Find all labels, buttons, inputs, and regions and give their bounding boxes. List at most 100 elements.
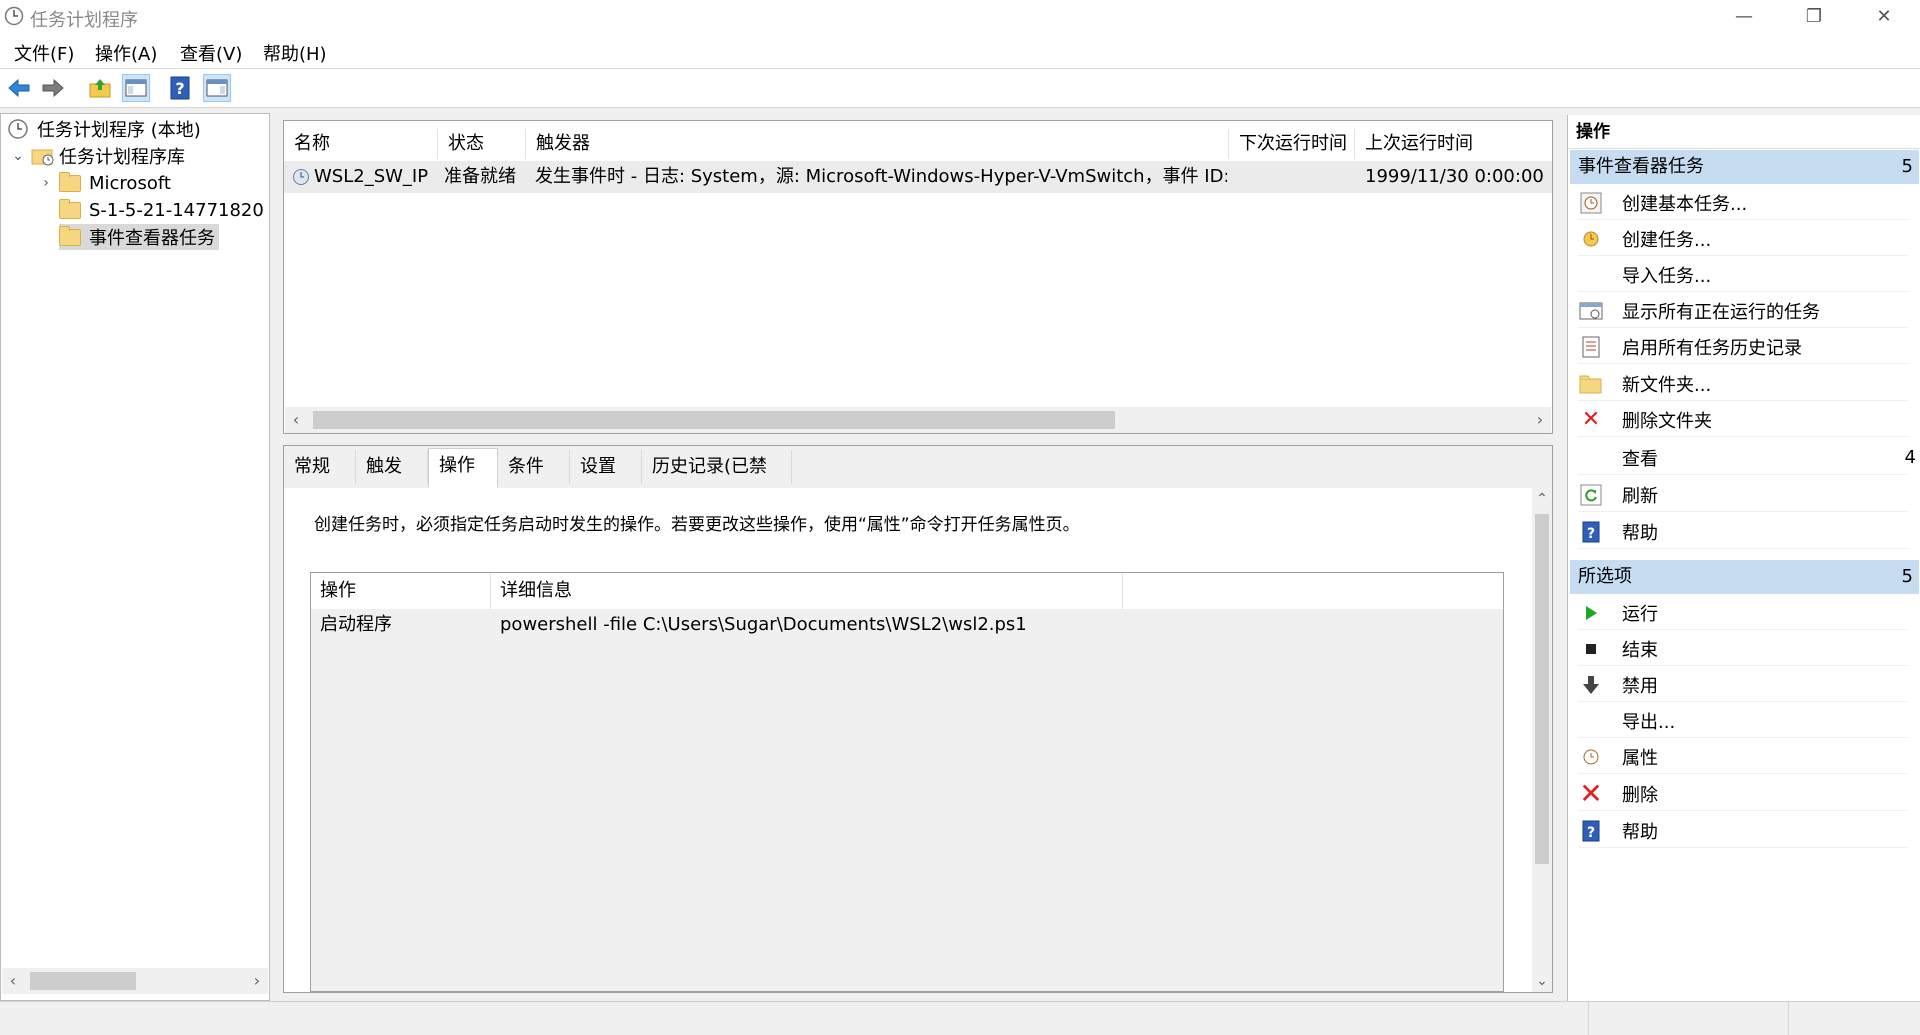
action-label: 运行: [1622, 603, 1658, 625]
tab-triggers[interactable]: 触发器: [356, 450, 428, 511]
scroll-thumb[interactable]: [30, 972, 136, 990]
action-label: 创建基本任务...: [1622, 193, 1748, 215]
new-folder-icon: [1578, 371, 1604, 397]
menu-action[interactable]: 操作(A): [95, 40, 157, 66]
actions-column-action[interactable]: 操作: [311, 573, 491, 609]
tree-item-microsoft[interactable]: › Microsoft: [39, 170, 171, 196]
scroll-right-icon[interactable]: ›: [1529, 407, 1551, 433]
tab-settings[interactable]: 设置: [570, 450, 642, 484]
table-row[interactable]: WSL2_SW_IP 准备就绪 发生事件时 - 日志: System，源: Mi…: [284, 161, 1552, 193]
forward-icon[interactable]: [39, 74, 67, 102]
scroll-left-icon[interactable]: ‹: [2, 968, 24, 994]
show-hide-console-tree-icon[interactable]: [122, 74, 150, 102]
action-help-selected[interactable]: ? 帮助: [1578, 814, 1908, 848]
tree-horizontal-scrollbar[interactable]: ‹ ›: [2, 968, 268, 994]
detail-tabs: 常规 触发器 操作 条件 设置 历史记录(已禁用): [284, 446, 1552, 511]
task-last-run: 1999/11/30 0:00:00: [1365, 166, 1544, 187]
action-label: 查看: [1622, 448, 1658, 470]
console-tree: 任务计划程序 (本地) ⌄ 任务计划程序库 › Microsoft S-1-5-…: [0, 113, 270, 1001]
status-cell: [1788, 1002, 1920, 1035]
menu-file[interactable]: 文件(F): [14, 40, 74, 66]
column-header-status[interactable]: 状态: [438, 129, 526, 159]
action-label: 显示所有正在运行的任务: [1622, 301, 1820, 323]
action-label: 导入任务...: [1622, 265, 1712, 287]
folder-icon: [59, 198, 81, 219]
scroll-up-icon[interactable]: ⌃: [1532, 488, 1552, 510]
action-import-task[interactable]: 导入任务...: [1578, 258, 1908, 292]
action-delete-folder[interactable]: ✕ 删除文件夹: [1578, 403, 1908, 437]
scroll-down-icon[interactable]: ⌄: [1532, 970, 1552, 992]
action-create-basic-task[interactable]: 创建基本任务...: [1578, 186, 1908, 220]
action-show-running-tasks[interactable]: 显示所有正在运行的任务: [1578, 294, 1908, 328]
section-event-viewer-tasks[interactable]: 事件查看器任务 5: [1570, 150, 1919, 184]
folder-icon: [59, 225, 81, 246]
action-end[interactable]: 结束: [1578, 632, 1908, 666]
actions-column-details[interactable]: 详细信息: [491, 573, 1123, 609]
column-header-name[interactable]: 名称: [284, 129, 438, 159]
action-help[interactable]: ? 帮助: [1578, 515, 1908, 549]
action-export[interactable]: 导出...: [1578, 704, 1908, 738]
list-horizontal-scrollbar[interactable]: ‹ ›: [285, 407, 1551, 433]
disable-icon: [1578, 672, 1604, 698]
status-bar: [0, 1001, 1920, 1035]
run-icon: [1578, 600, 1604, 626]
column-header-last-run[interactable]: 上次运行时间: [1355, 129, 1552, 159]
tab-history[interactable]: 历史记录(已禁用): [642, 450, 792, 511]
action-label: 删除: [1622, 784, 1658, 806]
history-icon: [1578, 334, 1604, 360]
column-header-next-run[interactable]: 下次运行时间: [1229, 129, 1355, 159]
close-button[interactable]: ✕: [1849, 0, 1919, 34]
tree-item-sid[interactable]: S-1-5-21-14771820: [59, 197, 269, 223]
column-header-trigger[interactable]: 触发器: [526, 129, 1229, 159]
action-properties[interactable]: 属性: [1578, 740, 1908, 774]
action-type[interactable]: 启动程序: [320, 609, 392, 641]
action-run[interactable]: 运行: [1578, 596, 1908, 630]
scroll-thumb[interactable]: [313, 411, 1115, 429]
tab-actions[interactable]: 操作: [428, 448, 498, 488]
restore-button[interactable]: ❐: [1779, 0, 1849, 34]
up-folder-icon[interactable]: [86, 74, 114, 102]
detail-vertical-scrollbar[interactable]: ⌃ ⌄: [1532, 488, 1552, 992]
status-cell: [1588, 1002, 1789, 1035]
action-delete[interactable]: ✕ 删除: [1578, 777, 1908, 811]
create-task-icon: [1578, 226, 1604, 252]
scroll-thumb[interactable]: [1535, 514, 1549, 864]
task-detail-pane: 常规 触发器 操作 条件 设置 历史记录(已禁用) 创建任务时，必须指定任务启动…: [283, 445, 1553, 993]
section-label: 所选项: [1578, 566, 1632, 587]
minimize-button[interactable]: —: [1709, 0, 1779, 34]
tree-item-event-viewer-tasks[interactable]: 事件查看器任务: [59, 224, 219, 250]
action-enable-history[interactable]: 启用所有任务历史记录: [1578, 330, 1908, 364]
expand-icon[interactable]: ›: [39, 175, 53, 191]
task-list: 名称 状态 触发器 下次运行时间 上次运行时间 WSL2_SW_IP 准备就绪 …: [283, 120, 1553, 434]
svg-text:?: ?: [1587, 526, 1595, 542]
show-hide-action-pane-icon[interactable]: [203, 74, 231, 102]
library-folder-icon: [31, 145, 55, 167]
back-icon[interactable]: [5, 74, 33, 102]
section-label: 事件查看器任务: [1578, 156, 1704, 177]
help-icon[interactable]: ?: [166, 74, 194, 102]
action-label: 帮助: [1622, 821, 1658, 843]
blank-icon: [1578, 262, 1604, 288]
action-view[interactable]: 查看 4: [1578, 441, 1916, 475]
blank-icon: [1578, 708, 1604, 734]
action-create-task[interactable]: 创建任务...: [1578, 222, 1908, 256]
menu-view[interactable]: 查看(V): [180, 40, 242, 66]
svg-text:?: ?: [1587, 825, 1595, 841]
section-selected-item[interactable]: 所选项 5: [1570, 560, 1919, 594]
scroll-right-icon[interactable]: ›: [246, 968, 268, 994]
action-details[interactable]: powershell -file C:\Users\Sugar\Document…: [500, 609, 1027, 641]
action-label: 新文件夹...: [1622, 374, 1712, 396]
task-scheduler-clock-icon: [7, 118, 29, 140]
menu-help[interactable]: 帮助(H): [263, 40, 327, 66]
collapse-icon[interactable]: ⌄: [11, 148, 25, 164]
action-new-folder[interactable]: 新文件夹...: [1578, 367, 1908, 401]
action-label: 刷新: [1622, 485, 1658, 507]
action-disable[interactable]: 禁用: [1578, 668, 1908, 702]
tab-general[interactable]: 常规: [284, 450, 356, 484]
scroll-left-icon[interactable]: ‹: [285, 407, 307, 433]
tree-root[interactable]: 任务计划程序 (本地): [7, 116, 201, 142]
tree-library[interactable]: ⌄ 任务计划程序库: [11, 143, 185, 169]
tab-conditions[interactable]: 条件: [498, 450, 570, 484]
action-refresh[interactable]: 刷新: [1578, 478, 1908, 512]
action-label: 结束: [1622, 639, 1658, 661]
